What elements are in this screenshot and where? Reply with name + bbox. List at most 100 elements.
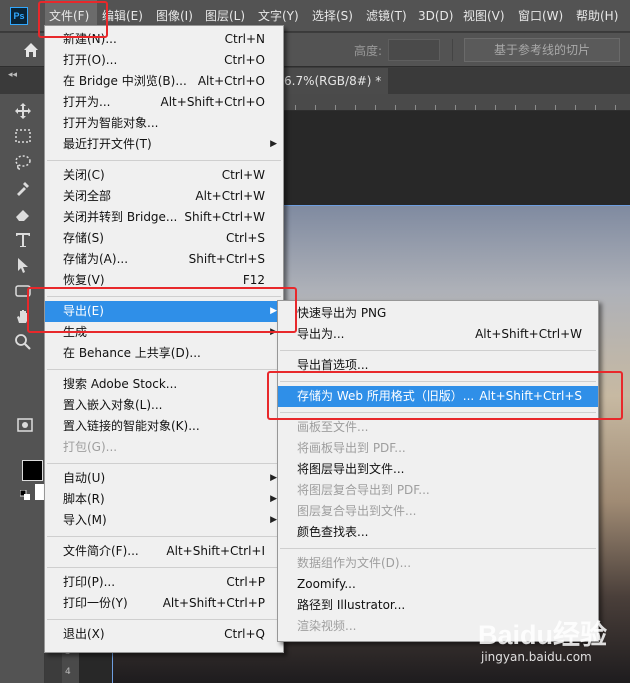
slices-from-guides-button[interactable]: 基于参考线的切片 [464,38,620,62]
menu-filter[interactable]: 滤镜(T) [366,0,407,32]
menu-item[interactable]: 在 Behance 上共享(D)... [45,343,283,364]
watermark-brand: Baidu经验 [478,620,608,650]
menu-item: 画板至文件... [278,417,598,438]
menu-item-label: 关闭(C) [63,168,105,182]
menu-separator [280,548,596,549]
menu-item[interactable]: 导入(M) ▶ [45,510,283,531]
menu-item[interactable]: 颜色查找表... [278,522,598,543]
menu-item[interactable]: 打开为智能对象... [45,113,283,134]
photoshop-logo: Ps [10,7,28,25]
file-menu: 新建(N)... Ctrl+N 打开(O)... Ctrl+O 在 Bridge 中浏览… [44,25,284,653]
height-input[interactable] [388,39,440,61]
zoom-tool-icon[interactable] [14,333,32,351]
marquee-tool-icon[interactable] [14,127,32,145]
menu-item[interactable]: 快速导出为 PNG [278,303,598,324]
menu-item[interactable]: 关闭全部 Alt+Ctrl+W [45,186,283,207]
menu-item-label: 置入链接的智能对象(K)... [63,419,200,433]
menu-item-label: 打开为智能对象... [63,116,159,130]
menu-item[interactable]: 打开为... Alt+Shift+Ctrl+O [45,92,283,113]
menu-item[interactable]: 将图层导出到文件... [278,459,598,480]
menu-help[interactable]: 帮助(H) [576,0,618,32]
annotation-box-export [27,287,297,333]
submenu-arrow-icon: ▶ [270,515,277,525]
height-label: 高度: [354,44,383,58]
menu-item[interactable]: Zoomify... [278,574,598,595]
menu-item[interactable]: 自动(U) ▶ [45,468,283,489]
foreground-color-swatch[interactable] [22,460,43,481]
eyedropper-tool-icon[interactable] [14,179,32,197]
menu-item-shortcut: Alt+Shift+Ctrl+W [475,327,582,341]
menu-window[interactable]: 窗口(W) [518,0,563,32]
menu-item-shortcut: Alt+Shift+Ctrl+O [160,95,265,109]
menu-item[interactable]: 导出为... Alt+Shift+Ctrl+W [278,324,598,345]
submenu-arrow-icon: ▶ [270,494,277,504]
menu-item[interactable]: 打印一份(Y) Alt+Shift+Ctrl+P [45,593,283,614]
default-colors-icon[interactable] [20,490,30,500]
menu-item[interactable]: 打印(P)... Ctrl+P [45,572,283,593]
menu-item[interactable]: 存储(S) Ctrl+S [45,228,283,249]
menu-item-label: 导出为... [297,327,345,341]
menu-item[interactable]: 置入嵌入对象(L)... [45,395,283,416]
menu-item-label: 文件简介(F)... [63,544,139,558]
menu-item: 打包(G)... [45,437,283,458]
menu-item-shortcut: Alt+Shift+Ctrl+I [166,544,265,558]
menu-3d[interactable]: 3D(D) [418,0,453,32]
menu-item-label: 数据组作为文件(D)... [297,556,412,570]
menu-item-label: 最近打开文件(T) [63,137,152,151]
menu-select[interactable]: 选择(S) [312,0,353,32]
menu-item[interactable]: 退出(X) Ctrl+Q [45,624,283,645]
menu-separator [280,350,596,351]
menu-item-shortcut: Ctrl+W [221,168,265,182]
menu-item-shortcut: Ctrl+O [224,53,265,67]
baidu-watermark: Baidu经验 jingyan.baidu.com [478,607,626,679]
menu-item-label: 将图层导出到文件... [297,462,405,476]
tools-panel [0,94,45,683]
menu-item[interactable]: 打开(O)... Ctrl+O [45,50,283,71]
menu-item-label: 打包(G)... [63,440,118,454]
menu-item-shortcut: Alt+Shift+Ctrl+P [162,596,265,610]
menu-item-label: 在 Bridge 中浏览(B)... [63,74,187,88]
menu-item-label: 存储(S) [63,231,104,245]
menu-item[interactable]: 关闭并转到 Bridge... Shift+Ctrl+W [45,207,283,228]
annotation-box-save-for-web [267,371,623,420]
menu-item-shortcut: Ctrl+S [225,231,265,245]
home-icon[interactable] [22,41,40,59]
menu-item-label: 导入(M) [63,513,107,527]
watermark-url: jingyan.baidu.com [481,650,592,664]
menu-item-label: 将图层复合导出到 PDF... [297,483,430,497]
menu-item-label: 颜色查找表... [297,525,369,539]
menu-item[interactable]: 搜索 Adobe Stock... [45,374,283,395]
menu-view[interactable]: 视图(V) [463,0,505,32]
menu-separator [47,369,281,370]
menu-item-shortcut: Alt+Ctrl+W [195,189,265,203]
path-selection-tool-icon[interactable] [14,256,32,274]
quick-mask-icon[interactable] [16,416,34,434]
menu-item-label: 存储为(A)... [63,252,129,266]
menu-item-label: 渲染视频... [297,619,357,633]
move-tool-icon[interactable] [14,102,32,120]
menu-item[interactable]: 关闭(C) Ctrl+W [45,165,283,186]
menu-separator [47,567,281,568]
menu-item[interactable]: 最近打开文件(T) ▶ [45,134,283,155]
menu-item-shortcut: Ctrl+P [226,575,265,589]
eraser-tool-icon[interactable] [14,205,32,223]
menu-item[interactable]: 存储为(A)... Shift+Ctrl+S [45,249,283,270]
menu-item-label: 打印一份(Y) [63,596,128,610]
background-color-swatch[interactable] [35,484,44,500]
menu-item-label: 打印(P)... [63,575,116,589]
menu-item[interactable]: 在 Bridge 中浏览(B)... Alt+Ctrl+O [45,71,283,92]
menu-item[interactable]: 文件简介(F)... Alt+Shift+Ctrl+I [45,541,283,562]
menu-item-label: 快速导出为 PNG [297,306,387,320]
menu-item[interactable]: 置入链接的智能对象(K)... [45,416,283,437]
menu-item-label: 脚本(R) [63,492,105,506]
type-tool-icon[interactable] [14,231,32,249]
collapse-panel-icon[interactable]: ◂◂ [8,70,17,80]
lasso-tool-icon[interactable] [14,153,32,171]
menu-separator [47,536,281,537]
menu-item[interactable]: 脚本(R) ▶ [45,489,283,510]
document-tab[interactable]: 6.7%(RGB/8#) * [278,68,388,94]
menu-item: 将画板导出到 PDF... [278,438,598,459]
menu-item-label: 退出(X) [63,627,105,641]
menu-item-label: 画板至文件... [297,420,369,434]
menu-item-label: 打开为... [63,95,111,109]
